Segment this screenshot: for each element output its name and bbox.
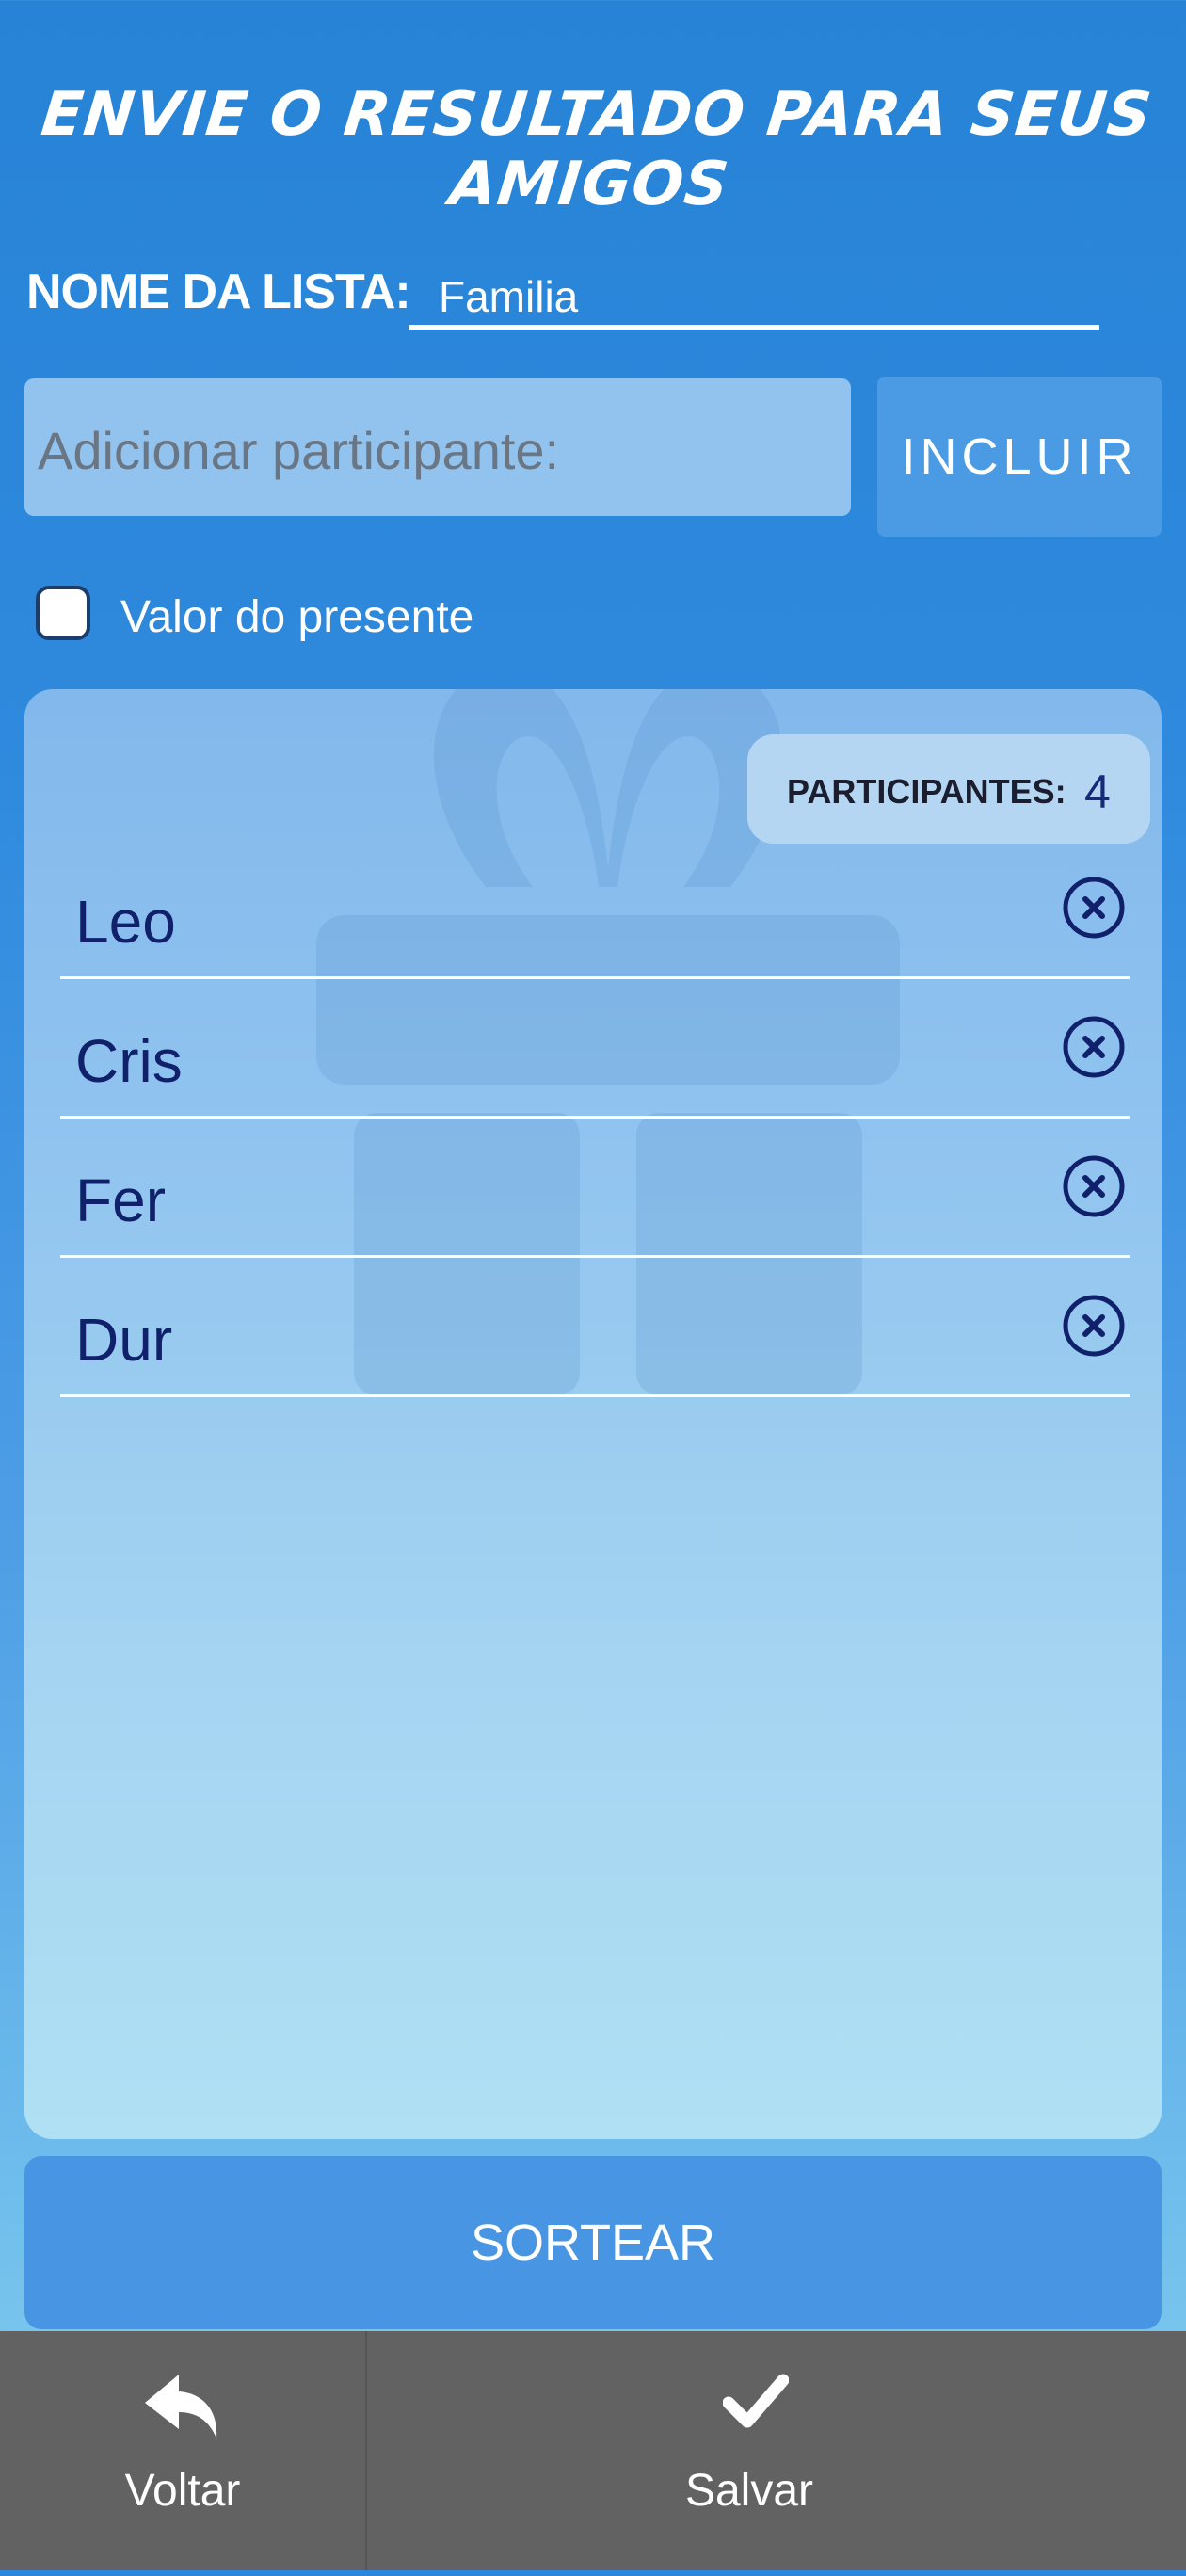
list-name-value: Familia [439,272,579,321]
list-name-input[interactable]: Familia [409,254,1099,330]
include-button[interactable]: INCLUIR [877,377,1162,537]
participant-name: Dur [75,1306,173,1374]
close-circle-icon[interactable] [1062,876,1126,940]
participant-row: Dur [60,1258,1130,1397]
participant-row: Leo [60,840,1130,979]
participants-panel: PARTICIPANTES: 4 Leo Cris Fer Dur [24,689,1162,2139]
close-circle-icon[interactable] [1062,1294,1126,1358]
save-label: Salvar [684,2466,814,2516]
back-button[interactable]: Voltar [0,2331,365,2570]
save-button[interactable]: Salvar [367,2331,1143,2570]
participant-name: Fer [75,1167,166,1234]
add-participant-input[interactable]: Adicionar participante: [24,378,851,516]
gift-value-checkbox[interactable] [36,586,90,640]
participant-count-badge: PARTICIPANTES: 4 [747,734,1150,844]
bottom-nav-bar: Voltar Salvar [0,2331,1186,2576]
participant-name: Cris [75,1027,183,1095]
add-participant-placeholder: Adicionar participante: [38,421,560,480]
participant-count-value: 4 [1084,765,1111,818]
participant-count-label: PARTICIPANTES: [787,772,1066,811]
participant-row: Fer [60,1119,1130,1258]
participant-row: Cris [60,979,1130,1119]
close-circle-icon[interactable] [1062,1015,1126,1079]
close-circle-icon[interactable] [1062,1154,1126,1218]
back-label: Voltar [124,2466,241,2516]
checkmark-icon [723,2374,789,2428]
bottom-accent-line [0,2570,1186,2576]
draw-button[interactable]: SORTEAR [24,2156,1162,2329]
list-name-label: NOME DA LISTA: [26,265,411,319]
page-title: ENVIE O RESULTADO PARA SEUS AMIGOS [38,80,1156,219]
reply-arrow-icon [145,2375,217,2439]
gift-value-label: Valor do presente [120,592,474,642]
list-name-row: NOME DA LISTA: Familia [26,254,1099,330]
participant-name: Leo [75,888,176,956]
